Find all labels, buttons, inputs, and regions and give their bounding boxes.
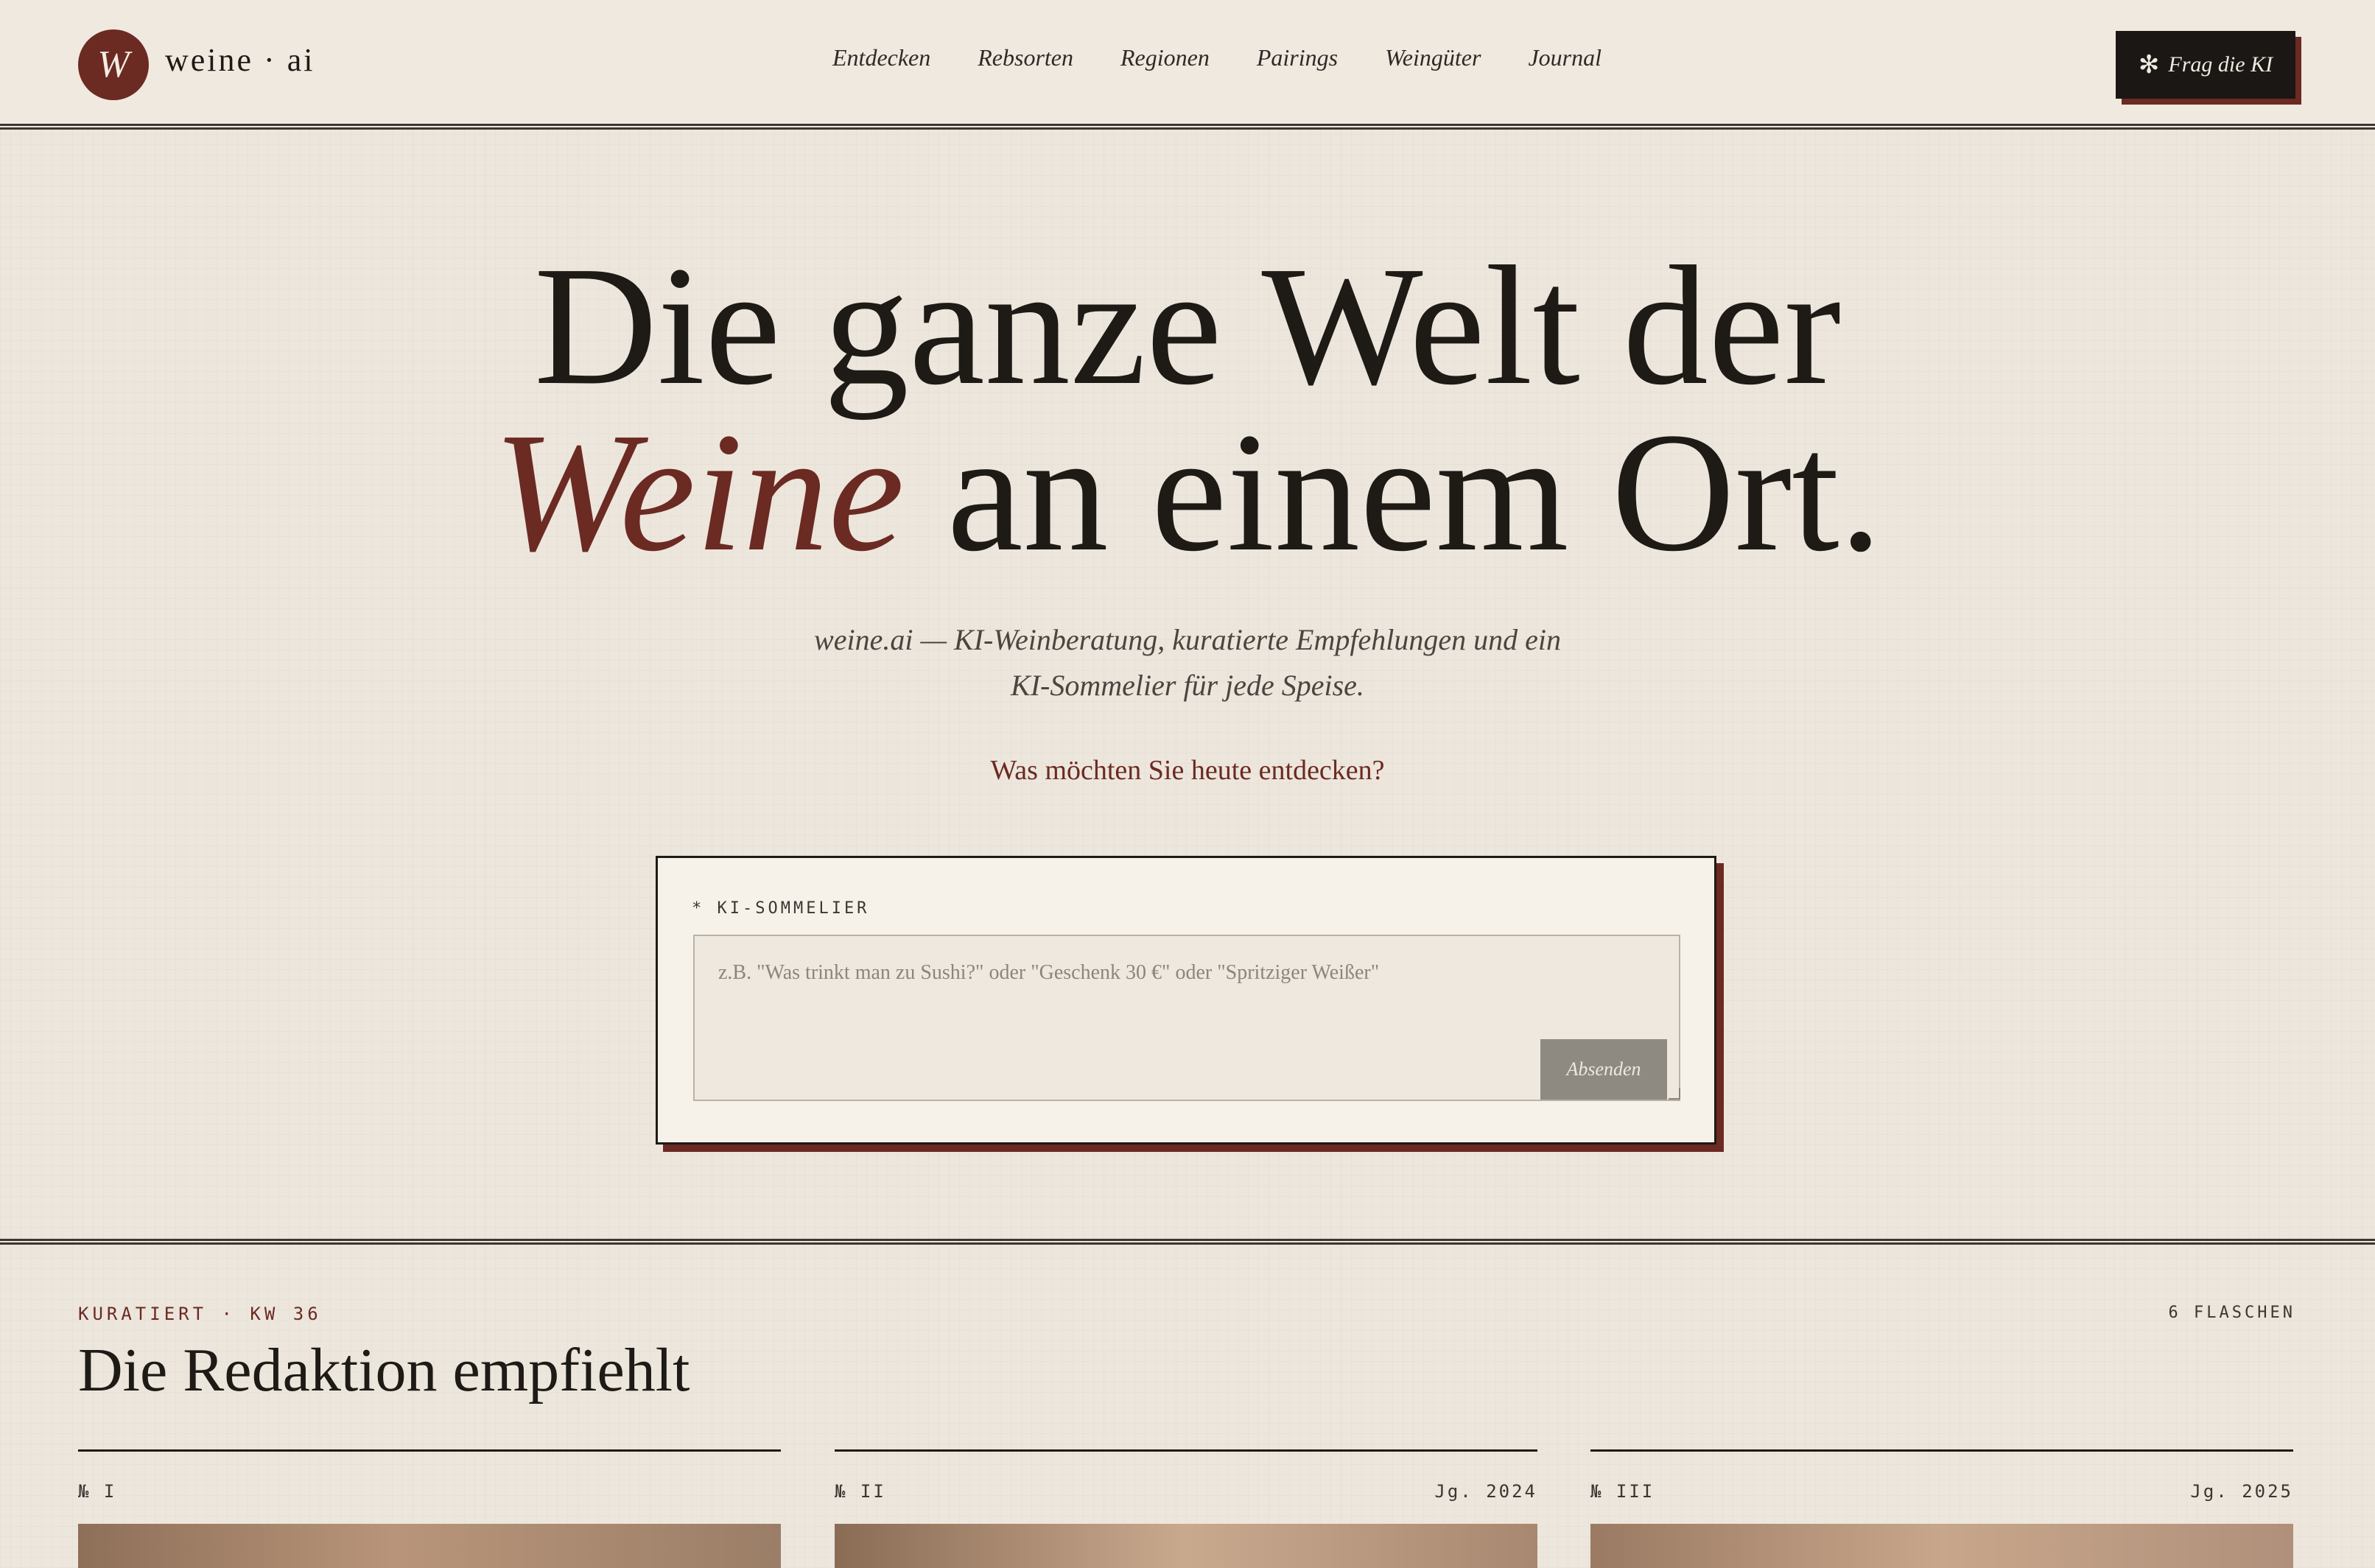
section-kicker: KURATIERT · KW 36 [78,1304,322,1324]
nav-item-rebsorten[interactable]: Rebsorten [978,44,1073,71]
card-image[interactable] [78,1524,781,1568]
card-vintage: Jg. 2024 [1434,1481,1537,1502]
hero-title-line1: Die ganze Welt der [533,231,1842,421]
resize-handle-icon[interactable] [1669,1088,1680,1100]
card-number: № I [78,1481,117,1502]
asterisk-icon: ✻ [2138,52,2160,79]
hero-question: Was möchten Sie heute entdecken? [990,755,1385,786]
hero-title-accent: Weine [493,398,905,587]
hero-title: Die ganze Welt der Weine an einem Ort. [0,241,2375,578]
hero-subtitle: weine.ai — KI-Weinberatung, kuratierte E… [0,617,2375,709]
bottle-count: 6 FLASCHEN [2168,1304,2295,1322]
nav-item-pairings[interactable]: Pairings [1257,44,1338,71]
ask-ai-label: Frag die KI [2168,52,2273,77]
sommelier-chat-box: * KI-SOMMELIER Absenden [656,856,1716,1145]
hero-subtitle-line1: weine.ai — KI-Weinberatung, kuratierte E… [814,623,1561,656]
nav-item-entdecken[interactable]: Entdecken [832,44,930,71]
logo-text[interactable]: weine · ai [165,41,315,79]
sommelier-input[interactable] [693,935,1680,1101]
hero-title-line2: an einem Ort. [904,398,1882,587]
card-number: № II [835,1481,886,1502]
card-number: № III [1590,1481,1655,1502]
card-image[interactable] [835,1524,1537,1568]
section-title: Die Redaktion empfiehlt [78,1336,690,1404]
ask-ai-button[interactable]: ✻ Frag die KI [2116,31,2295,99]
wine-card[interactable]: № II Jg. 2024 [835,1449,1537,1568]
logo-icon[interactable]: W [78,29,149,100]
send-button[interactable]: Absenden [1540,1039,1667,1100]
hero-subtitle-line2: KI-Sommelier für jede Speise. [1011,669,1364,702]
main-nav: Entdecken Rebsorten Regionen Pairings We… [832,44,1602,71]
nav-item-regionen[interactable]: Regionen [1120,44,1210,71]
site-header: W weine · ai Entdecken Rebsorten Regione… [0,0,2375,130]
chat-label: * KI-SOMMELIER [692,899,870,918]
wine-card[interactable]: № I [78,1449,781,1568]
card-vintage: Jg. 2025 [2190,1481,2293,1502]
nav-item-journal[interactable]: Journal [1528,44,1602,71]
nav-item-weingueter[interactable]: Weingüter [1385,44,1481,71]
wine-card[interactable]: № III Jg. 2025 [1590,1449,2293,1568]
card-image[interactable] [1590,1524,2293,1568]
section-divider [0,1239,2375,1245]
